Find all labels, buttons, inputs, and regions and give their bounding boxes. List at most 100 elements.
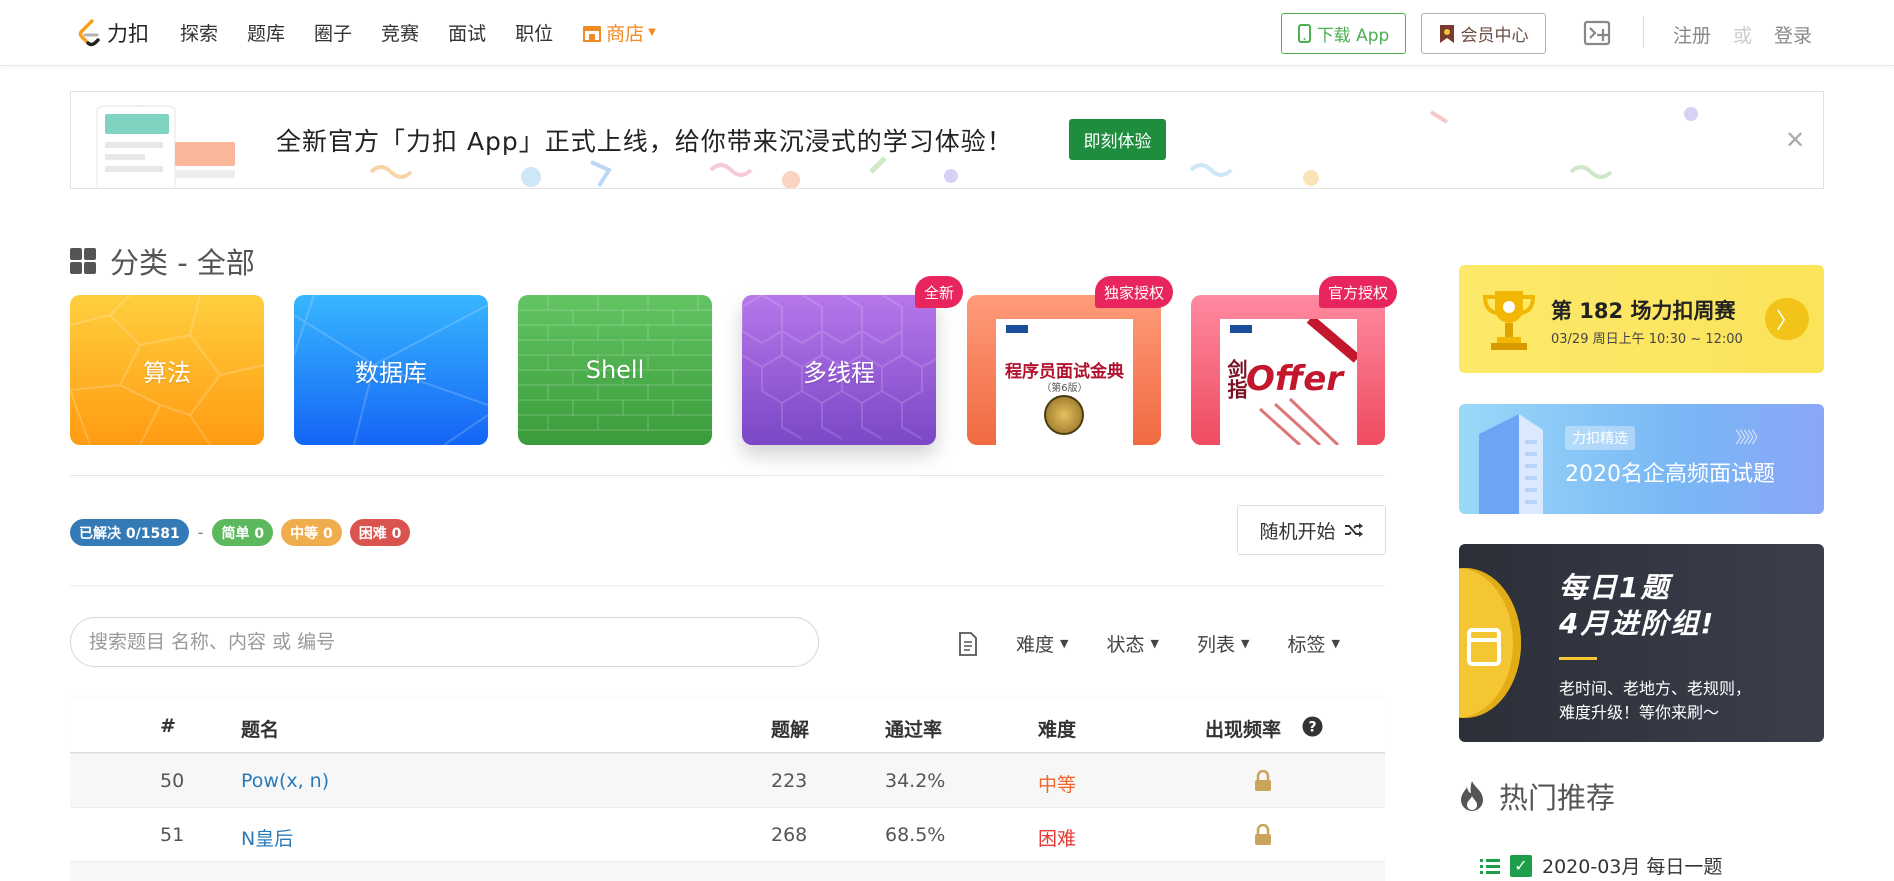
category-card-concurrency[interactable]: 多线程 [742, 295, 936, 445]
daily-title-line2: 4月进阶组! [1559, 607, 1716, 640]
difficulty-filter[interactable]: 难度 ▼ [1016, 630, 1068, 657]
official-badge: 官方授权 [1319, 276, 1398, 308]
category-card-shell[interactable]: Shell [518, 295, 712, 445]
random-pick-button[interactable]: 随机开始 [1237, 505, 1386, 555]
filter-label: 状态 [1106, 634, 1145, 656]
problem-number: 51 [160, 824, 185, 846]
easy-badge: 简单 0 [212, 519, 274, 546]
logo-text: 力扣 [107, 22, 149, 46]
nav-explore[interactable]: 探索 [180, 19, 218, 46]
close-icon[interactable]: ✕ [1785, 126, 1805, 154]
filter-label: 标签 [1287, 634, 1326, 656]
download-app-label: 下载 App [1316, 26, 1390, 46]
nav-interview[interactable]: 面试 [448, 19, 486, 46]
list-icon [1480, 858, 1500, 874]
nav-circle[interactable]: 圈子 [314, 19, 352, 46]
problem-search-input[interactable] [70, 617, 819, 667]
col-title[interactable]: 题名 [241, 715, 279, 742]
nav-store[interactable]: 商店 ▼ [582, 19, 656, 46]
col-solution[interactable]: 题解 [771, 715, 809, 742]
try-now-button[interactable]: 即刻体验 [1069, 119, 1166, 160]
daily-title-line1: 每日1题 [1559, 571, 1671, 604]
daily-subtitle-line2: 难度升级！等你来刷～ [1559, 703, 1720, 722]
chevron-down-icon: ▼ [1331, 637, 1340, 650]
nav-jobs[interactable]: 职位 [515, 19, 553, 46]
nav-divider [1643, 16, 1644, 48]
category-heading: 分类 - 全部 [70, 240, 255, 282]
login-link[interactable]: 登录 [1774, 21, 1812, 48]
download-app-button[interactable]: 下载 App [1281, 13, 1406, 54]
table-row[interactable] [70, 861, 1385, 881]
table-header: # 题名 题解 通过率 难度 出现频率 ? [70, 698, 1385, 753]
solution-count[interactable]: 268 [771, 824, 807, 846]
filter-label: 列表 [1196, 634, 1235, 656]
leetcode-logo[interactable]: 力扣 [76, 18, 149, 48]
solution-count[interactable]: 223 [771, 770, 807, 792]
register-link[interactable]: 注册 [1673, 21, 1711, 48]
svg-text:?: ? [1308, 720, 1316, 736]
contest-time: 03/29 周日上午 10:30 ~ 12:00 [1551, 332, 1743, 347]
category-title: 分类 - 全部 [110, 246, 255, 280]
auth-links: 注册 或 登录 [1673, 21, 1812, 48]
help-icon[interactable]: ? [1302, 716, 1323, 737]
book-stripes [1258, 319, 1357, 445]
difficulty-label: 困难 [1038, 828, 1077, 850]
col-acceptance[interactable]: 通过率 [885, 715, 942, 742]
table-row[interactable]: 50 Pow(x, n) 223 34.2% 中等 [70, 753, 1385, 807]
difficulty-label: 中等 [1038, 774, 1077, 796]
book-cover: 程序员面试金典 （第6版） [996, 319, 1133, 445]
col-difficulty[interactable]: 难度 [1038, 715, 1076, 742]
category-label: 数据库 [355, 358, 427, 387]
stats-dash: - [197, 523, 204, 542]
featured-tag: 力扣精选 [1565, 426, 1635, 450]
exclusive-badge: 独家授权 [1095, 276, 1174, 308]
category-card-jianzhi-offer[interactable]: 剑指 Offer [1191, 295, 1385, 445]
category-card-database[interactable]: 数据库 [294, 295, 488, 445]
status-filter[interactable]: 状态 ▼ [1106, 630, 1158, 657]
or-text: 或 [1733, 25, 1753, 47]
trophy-icon [1482, 291, 1536, 350]
problem-number: 50 [160, 770, 185, 792]
nav-problems[interactable]: 题库 [247, 19, 285, 46]
store-icon [583, 25, 602, 42]
document-icon[interactable] [958, 631, 978, 656]
hard-badge: 困难 0 [349, 519, 411, 546]
book-edition: （第6版） [1041, 383, 1088, 394]
problem-title-link[interactable]: Pow(x, n) [241, 770, 329, 792]
vip-center-button[interactable]: 会员中心 [1421, 13, 1546, 54]
store-label: 商店 [606, 23, 645, 45]
daily-question-card[interactable]: 每日1题 4月进阶组! 老时间、老地方、老规则， 难度升级！等你来刷～ [1459, 544, 1824, 742]
category-label: Shell [585, 356, 645, 384]
lock-icon[interactable] [1253, 770, 1273, 792]
problem-table: # 题名 题解 通过率 难度 出现频率 ? 50 Pow(x, n) 223 3… [70, 698, 1385, 881]
shuffle-icon [1344, 523, 1363, 537]
playground-icon[interactable] [1583, 19, 1613, 47]
hot-recommend-item[interactable]: ✓ 2020-03月 每日一题 [1480, 852, 1722, 879]
publisher-logo [1006, 325, 1028, 333]
problem-title-link[interactable]: N皇后 [241, 824, 293, 851]
lock-icon[interactable] [1253, 824, 1273, 846]
solved-badge: 已解决 0/1581 [70, 519, 189, 546]
table-row[interactable]: 51 N皇后 268 68.5% 困难 [70, 807, 1385, 861]
chevron-down-icon: ▼ [1240, 637, 1250, 650]
daily-subtitle-line1: 老时间、老地方、老规则， [1559, 679, 1752, 698]
weekly-contest-card[interactable]: 第 182 场力扣周赛 03/29 周日上午 10:30 ~ 12:00 〉 [1459, 265, 1824, 373]
col-frequency[interactable]: 出现频率 [1205, 715, 1281, 742]
nav-contest[interactable]: 竞赛 [381, 19, 419, 46]
leetcode-logo-icon [78, 19, 100, 47]
category-card-cracking-interview[interactable]: 程序员面试金典 （第6版） [967, 295, 1161, 445]
col-num[interactable]: # [160, 715, 176, 737]
list-filter[interactable]: 列表 ▼ [1197, 630, 1249, 657]
filter-bar: 难度 ▼ 状态 ▼ 列表 ▼ 标签 ▼ [958, 630, 1378, 657]
daily-divider [1559, 657, 1597, 660]
hot-recommend-heading: 热门推荐 [1459, 775, 1615, 817]
grid-icon [70, 248, 96, 274]
clock-illustration [1044, 395, 1084, 435]
tags-filter[interactable]: 标签 ▼ [1287, 630, 1339, 657]
main-nav: 探索 题库 圈子 竞赛 面试 职位 商店 ▼ [180, 19, 685, 46]
chevron-right-icon[interactable]: 〉 [1765, 298, 1809, 340]
medium-badge: 中等 0 [281, 519, 342, 546]
featured-interview-card[interactable]: 〉〉〉〉〉 力扣精选 2020名企高频面试题 [1459, 404, 1824, 514]
section-divider [70, 475, 1385, 476]
category-card-algorithms[interactable]: 算法 [70, 295, 264, 445]
